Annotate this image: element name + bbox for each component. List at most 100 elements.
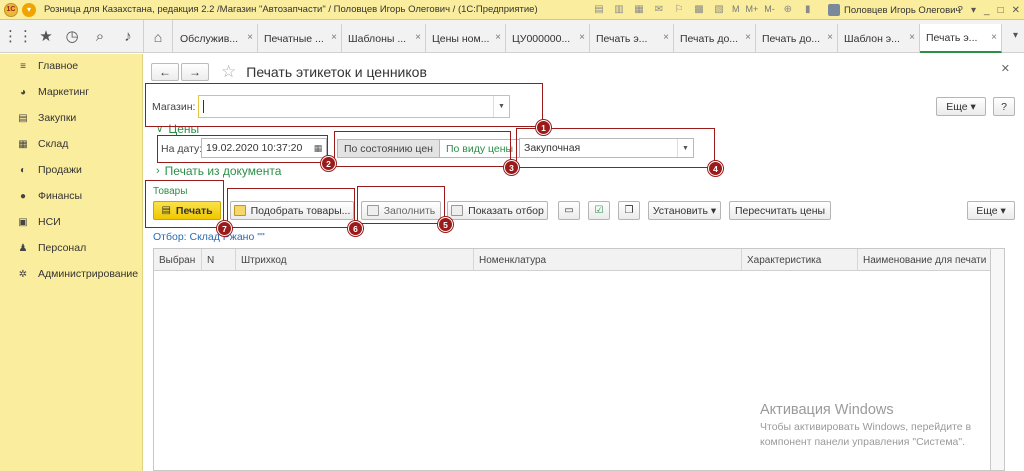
annotation-box-2	[157, 135, 328, 163]
close-icon[interactable]: ×	[579, 32, 585, 43]
help-button[interactable]: ?	[993, 97, 1015, 116]
tab-label: Печать до...	[680, 32, 739, 45]
sidebar-item-main[interactable]: ≡ Главное	[0, 56, 143, 76]
activation-watermark: Активация Windows Чтобы активировать Win…	[760, 402, 971, 450]
chevron-right-icon: ›	[156, 165, 160, 177]
print-from-doc-toggle[interactable]: › Печать из документа	[156, 164, 281, 178]
sidebar-item-nsi[interactable]: ▣ НСИ	[0, 212, 143, 232]
tab-label: Обслужив...	[180, 32, 239, 45]
close-icon[interactable]: ×	[991, 32, 997, 43]
panel-icon[interactable]: ▮	[801, 2, 815, 16]
table-scrollbar[interactable]	[991, 248, 1005, 471]
tab-print-doc-1[interactable]: Печать до... ×	[674, 24, 756, 53]
tab-print-doc-2[interactable]: Печать до... ×	[756, 24, 838, 53]
close-icon[interactable]: ×	[331, 32, 337, 43]
favorites-star-icon[interactable]: ★	[36, 26, 56, 46]
maximize-button[interactable]: □	[998, 5, 1004, 16]
sidebar-item-marketing[interactable]: ◕ Маркетинг	[0, 82, 143, 102]
close-icon[interactable]: ×	[909, 32, 915, 43]
zoom-icon[interactable]: ⊕	[781, 2, 795, 16]
more-button[interactable]: Еще ▾	[967, 201, 1015, 220]
filter-status[interactable]: Отбор: Склад Ржано ""	[153, 231, 265, 243]
close-icon[interactable]: ×	[247, 32, 253, 43]
sidebar-item-label: Склад	[38, 138, 69, 150]
tab-label-template[interactable]: Шаблон э... ×	[838, 24, 920, 53]
memory-plus-button[interactable]: M+	[746, 4, 759, 14]
current-user[interactable]: Половцев Игорь Олегович	[828, 0, 960, 20]
tab-print-forms[interactable]: Печатные ... ×	[258, 24, 342, 53]
watermark-title: Активация Windows	[760, 402, 894, 418]
calculator-icon[interactable]: ▧	[712, 2, 726, 16]
home-tab-icon[interactable]: ⌂	[143, 20, 173, 53]
forward-button[interactable]: →	[181, 63, 209, 81]
list-view-button[interactable]: ▭	[558, 201, 580, 220]
annotation-box-5	[357, 186, 445, 224]
chevron-down-icon[interactable]: ▾	[971, 5, 976, 16]
checkbox-checked-icon: ☑	[594, 205, 604, 216]
column-characteristic[interactable]: Характеристика	[742, 249, 858, 271]
memory-button[interactable]: M	[732, 4, 740, 14]
annotation-box-1	[145, 83, 543, 127]
tab-print-labels-active[interactable]: Печать э... ×	[920, 24, 1002, 53]
more-top-button[interactable]: Еще ▾	[936, 97, 986, 116]
link-icon[interactable]: ⚐	[672, 2, 686, 16]
copy-icon: ❐	[624, 205, 634, 216]
column-selected[interactable]: Выбран	[154, 249, 202, 271]
mail-icon[interactable]: ✉	[652, 2, 666, 16]
favorite-star-icon[interactable]: ☆	[221, 62, 236, 82]
tab-item-prices[interactable]: Цены ном... ×	[426, 24, 506, 53]
tab-service[interactable]: Обслужив... ×	[174, 24, 258, 53]
print-icon[interactable]: ▥	[612, 2, 626, 16]
close-icon[interactable]: ×	[663, 32, 669, 43]
close-icon[interactable]: ×	[827, 32, 833, 43]
show-filter-button[interactable]: Показать отбор	[447, 201, 548, 220]
column-barcode[interactable]: Штрихкод	[236, 249, 474, 271]
copy-button[interactable]: ❐	[618, 201, 640, 220]
button-label: Еще	[946, 100, 968, 113]
history-icon[interactable]: ◷	[62, 26, 82, 46]
sidebar-item-staff[interactable]: ♟ Персонал	[0, 238, 143, 258]
close-form-icon[interactable]: ✕	[1001, 62, 1010, 75]
sidebar-item-warehouse[interactable]: ▦ Склад	[0, 134, 143, 154]
check-all-button[interactable]: ☑	[588, 201, 610, 220]
sidebar-item-purchases[interactable]: ▤ Закупки	[0, 108, 143, 128]
main-menu-icon[interactable]: ▾	[22, 2, 36, 17]
database-icon: ▣	[18, 216, 28, 228]
tab-label: Печать э...	[926, 31, 978, 44]
sidebar-item-sales[interactable]: ◐ Продажи	[0, 160, 143, 180]
close-icon[interactable]: ×	[495, 32, 501, 43]
close-window-button[interactable]: ✕	[1012, 5, 1020, 16]
sidebar-item-label: Персонал	[38, 242, 87, 254]
column-print-name[interactable]: Наименование для печати	[858, 249, 990, 271]
back-button[interactable]: ←	[151, 63, 179, 81]
pie-chart-icon: ◕	[19, 86, 27, 98]
sales-icon: ◐	[19, 164, 27, 176]
close-icon[interactable]: ×	[745, 32, 751, 43]
preview-icon[interactable]: ▦	[632, 2, 646, 16]
window-title-bar: 1С ▾ Розница для Казахстана, редакция 2.…	[0, 0, 1024, 20]
sidebar-item-admin[interactable]: ✲ Администрирование	[0, 264, 143, 284]
grid-menu-icon[interactable]: ⋮⋮	[3, 26, 33, 46]
tab-templates[interactable]: Шаблоны ... ×	[342, 24, 426, 53]
set-button[interactable]: Установить ▾	[648, 201, 721, 220]
memory-minus-button[interactable]: M-	[764, 4, 775, 14]
column-number[interactable]: N	[202, 249, 236, 271]
bell-icon[interactable]: ♪	[118, 26, 138, 46]
search-icon[interactable]: ⌕	[90, 26, 110, 46]
calendar-icon[interactable]: ▩	[692, 2, 706, 16]
tab-document-cu[interactable]: ЦУ000000... ×	[506, 24, 590, 53]
title-toolbar: ▤ ▥ ▦ ✉ ⚐ ▩ ▧ M M+ M- ⊕ ▮	[592, 2, 815, 16]
close-icon[interactable]: ×	[415, 32, 421, 43]
sidebar-item-finance[interactable]: ● Финансы	[0, 186, 143, 206]
column-item[interactable]: Номенклатура	[474, 249, 742, 271]
tab-print-labels-1[interactable]: Печать э... ×	[590, 24, 674, 53]
tabs-menu-icon[interactable]: ▾	[1013, 30, 1018, 41]
document-icon[interactable]: ▤	[592, 2, 606, 16]
sidebar-item-label: Финансы	[38, 190, 83, 202]
minimize-button[interactable]: _	[984, 5, 990, 16]
menu-lines-icon: ≡	[20, 60, 26, 72]
recalc-prices-button[interactable]: Пересчитать цены	[729, 201, 831, 220]
info-icon[interactable]: ?	[957, 5, 963, 16]
top-nav-bar: ⋮⋮ ★ ◷ ⌕ ♪ ⌂ Обслужив... × Печатные ... × …	[0, 20, 1024, 53]
button-label: Установить	[652, 204, 708, 217]
